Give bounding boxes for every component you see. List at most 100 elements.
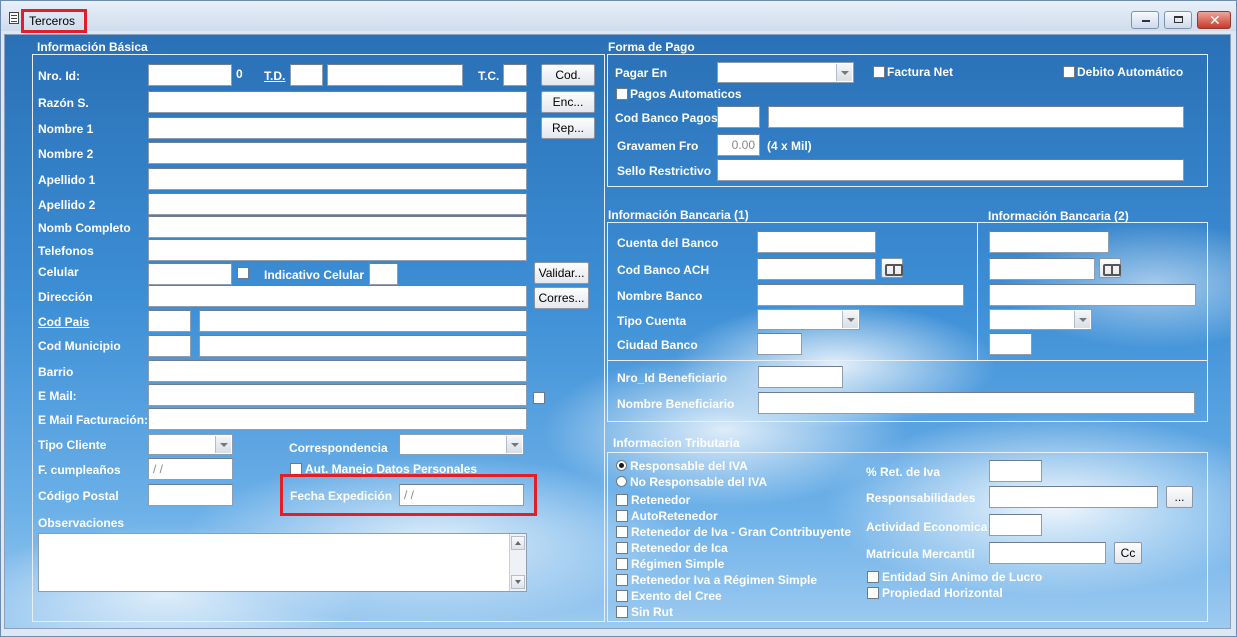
corres-button[interactable]: Corres... (534, 287, 589, 309)
no-responsable-iva-radio[interactable] (616, 476, 627, 487)
chevron-down-icon[interactable] (836, 64, 852, 81)
correspondencia-select[interactable] (399, 434, 524, 455)
responsable-iva-radio[interactable] (616, 460, 627, 471)
gravamen-label: Gravamen Fro (617, 139, 699, 153)
tipo-cuenta2-select[interactable] (989, 309, 1092, 330)
chevron-down-icon[interactable] (842, 311, 858, 328)
chevron-down-icon[interactable] (215, 436, 231, 453)
scroll-up-icon[interactable] (511, 536, 525, 550)
minimize-button[interactable] (1131, 11, 1159, 29)
apellido2-label: Apellido 2 (38, 198, 96, 212)
retenedor-label: Retenedor (631, 493, 691, 507)
retenedor-ica-label: Retenedor de Ica (631, 541, 728, 555)
nro-benef-input[interactable] (758, 366, 843, 388)
pais-name-input[interactable] (199, 310, 527, 332)
apellido1-input[interactable] (148, 168, 527, 190)
cod-pais-label[interactable]: Cod Pais (38, 315, 89, 329)
responsabilidades-input[interactable] (989, 486, 1158, 508)
tc-label: T.C. (478, 69, 500, 83)
cod-pais-input[interactable] (148, 310, 191, 332)
sin-rut-checkbox[interactable] (616, 606, 628, 618)
close-button[interactable]: ✕ (1197, 11, 1231, 29)
retenedor-iva-simple-checkbox[interactable] (616, 574, 628, 586)
factura-net-checkbox[interactable] (873, 66, 885, 78)
fecha-exp-input[interactable]: / / (399, 484, 524, 506)
td-label[interactable]: T.D. (264, 69, 285, 83)
ciudad-banco-input[interactable] (757, 333, 802, 355)
nomb-completo-input[interactable] (148, 216, 527, 238)
matricula-input[interactable] (989, 542, 1106, 564)
nombre1-label: Nombre 1 (38, 122, 94, 136)
email-input[interactable] (148, 384, 527, 406)
nombre-benef-label: Nombre Beneficiario (617, 397, 735, 411)
observaciones-scrollbar[interactable] (509, 534, 526, 591)
retenedor-ica-checkbox[interactable] (616, 542, 628, 554)
celular-input[interactable] (148, 263, 232, 285)
cod-municipio-input[interactable] (148, 335, 191, 357)
actividad-input[interactable] (989, 514, 1042, 536)
gran-contribuyente-checkbox[interactable] (616, 526, 628, 538)
celular-label: Celular (38, 265, 79, 279)
tipo-cuenta-select[interactable] (757, 309, 860, 330)
cod-ach-input[interactable] (757, 258, 876, 280)
retenedor-checkbox[interactable] (616, 494, 628, 506)
sello-input[interactable] (717, 159, 1184, 181)
pagos-auto-checkbox[interactable] (616, 88, 628, 100)
banco-pagos-name-input[interactable] (768, 106, 1184, 128)
entidad-checkbox[interactable] (867, 571, 879, 583)
barrio-input[interactable] (148, 360, 527, 382)
indicativo-input[interactable] (369, 263, 398, 285)
email-fact-input[interactable] (148, 408, 527, 430)
autoretenedor-checkbox[interactable] (616, 510, 628, 522)
td-input[interactable] (290, 64, 323, 86)
responsabilidades-button[interactable]: ... (1166, 486, 1193, 508)
municipio-name-input[interactable] (199, 335, 527, 357)
nombre2-input[interactable] (148, 142, 527, 164)
cod-button[interactable]: Cod. (541, 64, 595, 86)
matricula-label: Matricula Mercantil (866, 547, 975, 561)
cumple-input[interactable]: / / (148, 458, 233, 480)
cod-ach2-input[interactable] (989, 258, 1095, 280)
pagar-en-select[interactable] (717, 62, 854, 83)
cuenta-banco2-input[interactable] (989, 231, 1109, 253)
telefonos-label: Telefonos (38, 244, 94, 258)
propiedad-checkbox[interactable] (867, 587, 879, 599)
validar-button[interactable]: Validar... (534, 262, 589, 284)
chevron-down-icon[interactable] (506, 436, 522, 453)
ciudad-banco2-input[interactable] (989, 333, 1032, 355)
regimen-simple-checkbox[interactable] (616, 558, 628, 570)
rep-button[interactable]: Rep... (541, 117, 595, 139)
cod-municipio-label: Cod Municipio (38, 339, 121, 353)
gravamen-input[interactable]: 0.00 (717, 134, 760, 156)
exento-cree-checkbox[interactable] (616, 590, 628, 602)
direccion-label: Dirección (38, 290, 93, 304)
binoculars-icon[interactable] (881, 258, 903, 278)
cc-button[interactable]: Cc (1114, 542, 1142, 564)
direccion-input[interactable] (148, 285, 527, 307)
nombre-banco2-input[interactable] (989, 284, 1196, 306)
enc-button[interactable]: Enc... (541, 91, 595, 113)
binoculars-icon[interactable] (1099, 258, 1121, 278)
razon-input[interactable] (148, 91, 527, 113)
observaciones-textarea[interactable] (38, 533, 527, 592)
nombre-banco-input[interactable] (757, 284, 964, 306)
ret-iva-input[interactable] (989, 460, 1042, 482)
tc-input[interactable] (503, 64, 527, 86)
nombre-benef-input[interactable] (758, 392, 1195, 414)
chevron-down-icon[interactable] (1074, 311, 1090, 328)
email-checkbox[interactable] (533, 392, 545, 404)
codigo-postal-input[interactable] (148, 484, 233, 506)
debito-checkbox[interactable] (1063, 66, 1075, 78)
sello-label: Sello Restrictivo (617, 164, 712, 178)
cod-banco-pagos-input[interactable] (717, 106, 760, 128)
apellido2-input[interactable] (148, 193, 527, 215)
telefonos-input[interactable] (148, 239, 527, 261)
scroll-down-icon[interactable] (511, 575, 525, 589)
nro-id-input[interactable] (148, 64, 232, 86)
td-description-input[interactable] (327, 64, 463, 86)
tipo-cliente-select[interactable] (148, 434, 233, 455)
celular-checkbox[interactable] (237, 267, 249, 279)
nombre1-input[interactable] (148, 117, 527, 139)
cuenta-banco-input[interactable] (757, 231, 876, 253)
maximize-button[interactable] (1164, 11, 1192, 29)
